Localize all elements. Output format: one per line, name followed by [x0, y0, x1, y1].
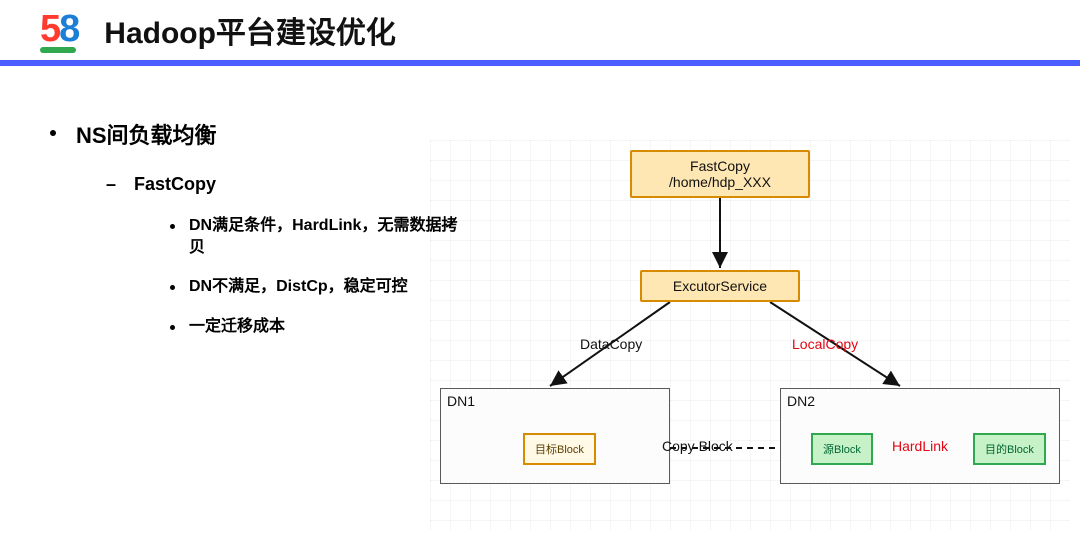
dn2-label: DN2 — [787, 393, 815, 409]
block-dest: 目的Block — [973, 433, 1046, 465]
bullet-level1: NS间负载均衡 — [50, 118, 470, 150]
bullet-level3-c: 一定迁移成本 — [170, 316, 470, 338]
bullet-level3-a: DN满足条件，HardLink，无需数据拷贝 — [170, 215, 470, 258]
node-dn1: DN1 目标Block — [440, 388, 670, 484]
node-executor-service: ExcutorService — [640, 270, 800, 302]
bullet-level3-b: DN不满足，DistCp，稳定可控 — [170, 276, 470, 298]
logo-digit-5: 5 — [40, 8, 59, 50]
diagram-area: FastCopy /home/hdp_XXX ExcutorService Da… — [430, 140, 1070, 530]
fastcopy-line1: FastCopy — [690, 158, 750, 174]
bullet-dot-icon — [170, 325, 175, 330]
block-target: 目标Block — [523, 433, 596, 465]
bullet-l3a-text: DN满足条件，HardLink，无需数据拷贝 — [189, 215, 470, 258]
slide-header: 58 Hadoop平台建设优化 — [0, 0, 1080, 66]
label-localcopy: LocalCopy — [792, 336, 858, 352]
slide-title: Hadoop平台建设优化 — [104, 8, 396, 52]
bullet-dot-icon — [170, 224, 175, 229]
bullet-l3b-text: DN不满足，DistCp，稳定可控 — [189, 276, 408, 298]
label-hardlink: HardLink — [892, 438, 948, 454]
node-dn2: DN2 源Block 目的Block — [780, 388, 1060, 484]
node-fastcopy: FastCopy /home/hdp_XXX — [630, 150, 810, 198]
dn1-label: DN1 — [447, 393, 475, 409]
bullet-dot-icon — [50, 130, 56, 136]
bullet-level2: – FastCopy — [106, 174, 470, 195]
bullet-dash-icon: – — [106, 174, 116, 195]
executor-text: ExcutorService — [673, 278, 767, 294]
bullet-content: NS间负载均衡 – FastCopy DN满足条件，HardLink，无需数据拷… — [50, 118, 470, 355]
bullet-dot-icon — [170, 285, 175, 290]
bullet-l1-text: NS间负载均衡 — [76, 118, 217, 150]
bullet-l3c-text: 一定迁移成本 — [189, 316, 285, 338]
logo-digit-8: 8 — [59, 8, 78, 50]
label-copy-block: Copy Block — [662, 438, 733, 454]
bullet-l2-text: FastCopy — [134, 174, 216, 195]
logo-58: 58 — [40, 8, 78, 53]
fastcopy-line2: /home/hdp_XXX — [669, 174, 771, 190]
block-source: 源Block — [811, 433, 873, 465]
label-datacopy: DataCopy — [580, 336, 642, 352]
